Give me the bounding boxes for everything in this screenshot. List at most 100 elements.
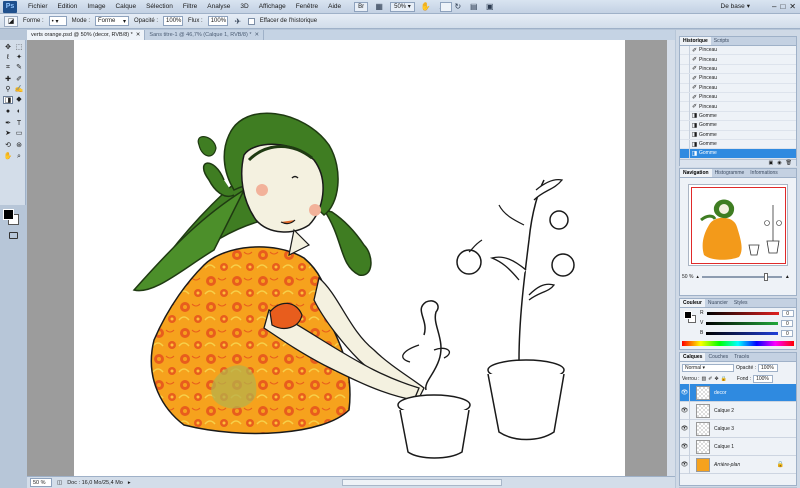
eye-icon[interactable]: 👁 <box>680 383 690 402</box>
blur-tool-icon[interactable]: ● <box>3 108 13 116</box>
type-tool-icon[interactable]: T <box>14 120 24 128</box>
menu-affichage[interactable]: Affichage <box>254 0 291 14</box>
lock-pixels-icon[interactable]: ✐ <box>708 376 712 382</box>
red-slider[interactable] <box>706 311 779 315</box>
document-canvas[interactable] <box>74 40 625 476</box>
hand-tool-icon[interactable]: ✋ <box>421 2 431 12</box>
tab-couches[interactable]: Couches <box>705 353 731 361</box>
bridge-button[interactable]: Br <box>354 1 369 12</box>
healing-brush-tool-icon[interactable]: ✚ <box>3 76 13 84</box>
history-source-checkbox[interactable] <box>680 130 690 140</box>
red-value-field[interactable]: 0 <box>781 309 794 317</box>
green-slider[interactable] <box>706 321 779 325</box>
lock-position-icon[interactable]: ✥ <box>714 376 718 382</box>
flux-field[interactable]: 100% <box>207 16 228 26</box>
eye-icon[interactable]: 👁 <box>680 401 690 420</box>
trash-icon[interactable]: 🗑 <box>786 160 792 166</box>
tab-nuancier[interactable]: Nuancier <box>705 299 731 307</box>
horizontal-scrollbar[interactable] <box>342 479 502 486</box>
blue-value-field[interactable]: 0 <box>781 329 794 337</box>
navigator-thumbnail[interactable] <box>688 184 788 266</box>
rotate-view-icon[interactable]: ↻ <box>453 2 463 12</box>
history-source-checkbox[interactable] <box>680 64 690 74</box>
eraser-tool-icon[interactable]: ◨ <box>3 96 13 104</box>
airbrush-icon[interactable]: ✈ <box>233 16 243 26</box>
lasso-tool-icon[interactable]: ℓ <box>3 54 13 62</box>
tab-scripts[interactable]: Scripts <box>711 37 732 45</box>
arrange-documents-icon[interactable]: ▤ <box>469 2 479 12</box>
new-snapshot-icon[interactable]: ◉ <box>777 160 781 166</box>
history-item[interactable]: ✐ Pinceau <box>680 73 796 84</box>
shape-tool-icon[interactable]: ▭ <box>14 130 24 138</box>
magic-wand-tool-icon[interactable]: ✦ <box>14 54 24 62</box>
close-icon[interactable]: ✕ <box>136 30 141 40</box>
status-zoom-field[interactable]: 50 % <box>30 478 52 487</box>
menu-image[interactable]: Image <box>82 0 110 14</box>
marquee-tool-icon[interactable]: ⬚ <box>14 44 24 52</box>
screen-mode-icon[interactable]: ▣ <box>485 2 495 12</box>
navigator-zoom-value[interactable]: 50 % <box>682 274 693 280</box>
workspace-switcher[interactable]: De base ▾ <box>721 2 750 11</box>
menu-analyse[interactable]: Analyse <box>202 0 235 14</box>
vertical-scrollbar[interactable] <box>667 40 675 476</box>
menu-calque[interactable]: Calque <box>110 0 141 14</box>
history-item[interactable]: ✐ Pinceau <box>680 55 796 65</box>
tab-couleur[interactable]: Couleur <box>680 299 705 307</box>
layer-fill-field[interactable]: 100% <box>753 374 774 383</box>
menu-selection[interactable]: Sélection <box>141 0 178 14</box>
mode-select[interactable]: Forme ▾ <box>95 16 130 26</box>
zoom-out-icon[interactable]: ▴ <box>696 274 699 280</box>
extras-icon[interactable]: ▦ <box>374 2 384 12</box>
layer-row-calque-2[interactable]: 👁 Calque 2 <box>680 401 796 420</box>
tab-navigation[interactable]: Navigation <box>680 169 712 177</box>
history-source-checkbox[interactable] <box>680 111 690 121</box>
move-tool-icon[interactable]: ✥ <box>3 44 13 52</box>
history-item[interactable]: ✐ Pinceau <box>680 102 796 112</box>
layer-row-calque-3[interactable]: 👁 Calque 3 <box>680 419 796 438</box>
blue-slider[interactable] <box>706 331 779 335</box>
color-spectrum-ramp[interactable] <box>682 341 794 346</box>
menu-fenetre[interactable]: Fenêtre <box>291 0 323 14</box>
eraser-preset-icon[interactable]: ◪ <box>4 15 18 27</box>
history-source-checkbox[interactable] <box>680 45 690 55</box>
menu-aide[interactable]: Aide <box>323 0 346 14</box>
3d-rotate-tool-icon[interactable]: ⟲ <box>3 142 13 150</box>
pen-tool-icon[interactable]: ✒ <box>3 120 13 128</box>
layer-row-arriere-plan[interactable]: 👁 Arrière-plan 🔒 <box>680 455 796 474</box>
history-source-checkbox[interactable] <box>680 73 690 83</box>
slider-handle[interactable] <box>763 273 768 281</box>
brush-shape-picker[interactable]: • ▾ <box>48 16 67 26</box>
eyedropper-tool-icon[interactable]: ✎ <box>14 64 24 72</box>
layer-row-calque-1[interactable]: 👁 Calque 1 <box>680 437 796 456</box>
navigator-view-box[interactable] <box>691 187 786 264</box>
zoom-in-icon[interactable]: ▲ <box>785 274 790 280</box>
eye-icon[interactable]: 👁 <box>680 419 690 438</box>
history-source-checkbox[interactable] <box>680 120 690 130</box>
history-item[interactable]: ✐ Pinceau <box>680 92 796 103</box>
tab-sans-titre[interactable]: Sans titre-1 @ 46,7% (Calque 1, RVB/8) *… <box>145 30 265 40</box>
tab-verts-orange[interactable]: verts orange.psd @ 50% (decor, RVB/8) * … <box>27 30 146 40</box>
history-item-selected[interactable]: ◨ Gomme <box>680 149 796 159</box>
clone-stamp-tool-icon[interactable]: ⚲ <box>3 86 13 94</box>
menu-edition[interactable]: Edition <box>53 0 83 14</box>
brush-tool-icon[interactable]: ✐ <box>14 76 24 84</box>
history-item[interactable]: ◨ Gomme <box>680 139 796 150</box>
close-icon[interactable]: ✕ <box>255 30 260 40</box>
history-source-checkbox[interactable] <box>680 83 690 93</box>
history-item[interactable]: ✐ Pinceau <box>680 64 796 75</box>
hand-tool-icon[interactable]: ✋ <box>3 153 13 161</box>
minimize-icon[interactable]: – <box>772 2 776 11</box>
quick-mask-icon[interactable] <box>9 232 18 239</box>
crop-tool-icon[interactable]: ⌗ <box>3 64 13 72</box>
menu-fichier[interactable]: Fichier <box>23 0 53 14</box>
history-source-checkbox[interactable] <box>680 149 690 158</box>
eye-icon[interactable]: 👁 <box>680 455 690 474</box>
layer-opacity-field[interactable]: 100% <box>758 363 779 372</box>
tab-traces[interactable]: Tracés <box>731 353 752 361</box>
history-source-checkbox[interactable] <box>680 139 690 149</box>
effacer-historique-checkbox[interactable] <box>247 17 255 25</box>
history-brush-tool-icon[interactable]: ✍ <box>14 86 24 94</box>
history-item[interactable]: ✐ Pinceau <box>680 45 796 56</box>
layer-row-decor[interactable]: 👁 decor <box>680 383 796 402</box>
history-item[interactable]: ◨ Gomme <box>680 111 796 122</box>
